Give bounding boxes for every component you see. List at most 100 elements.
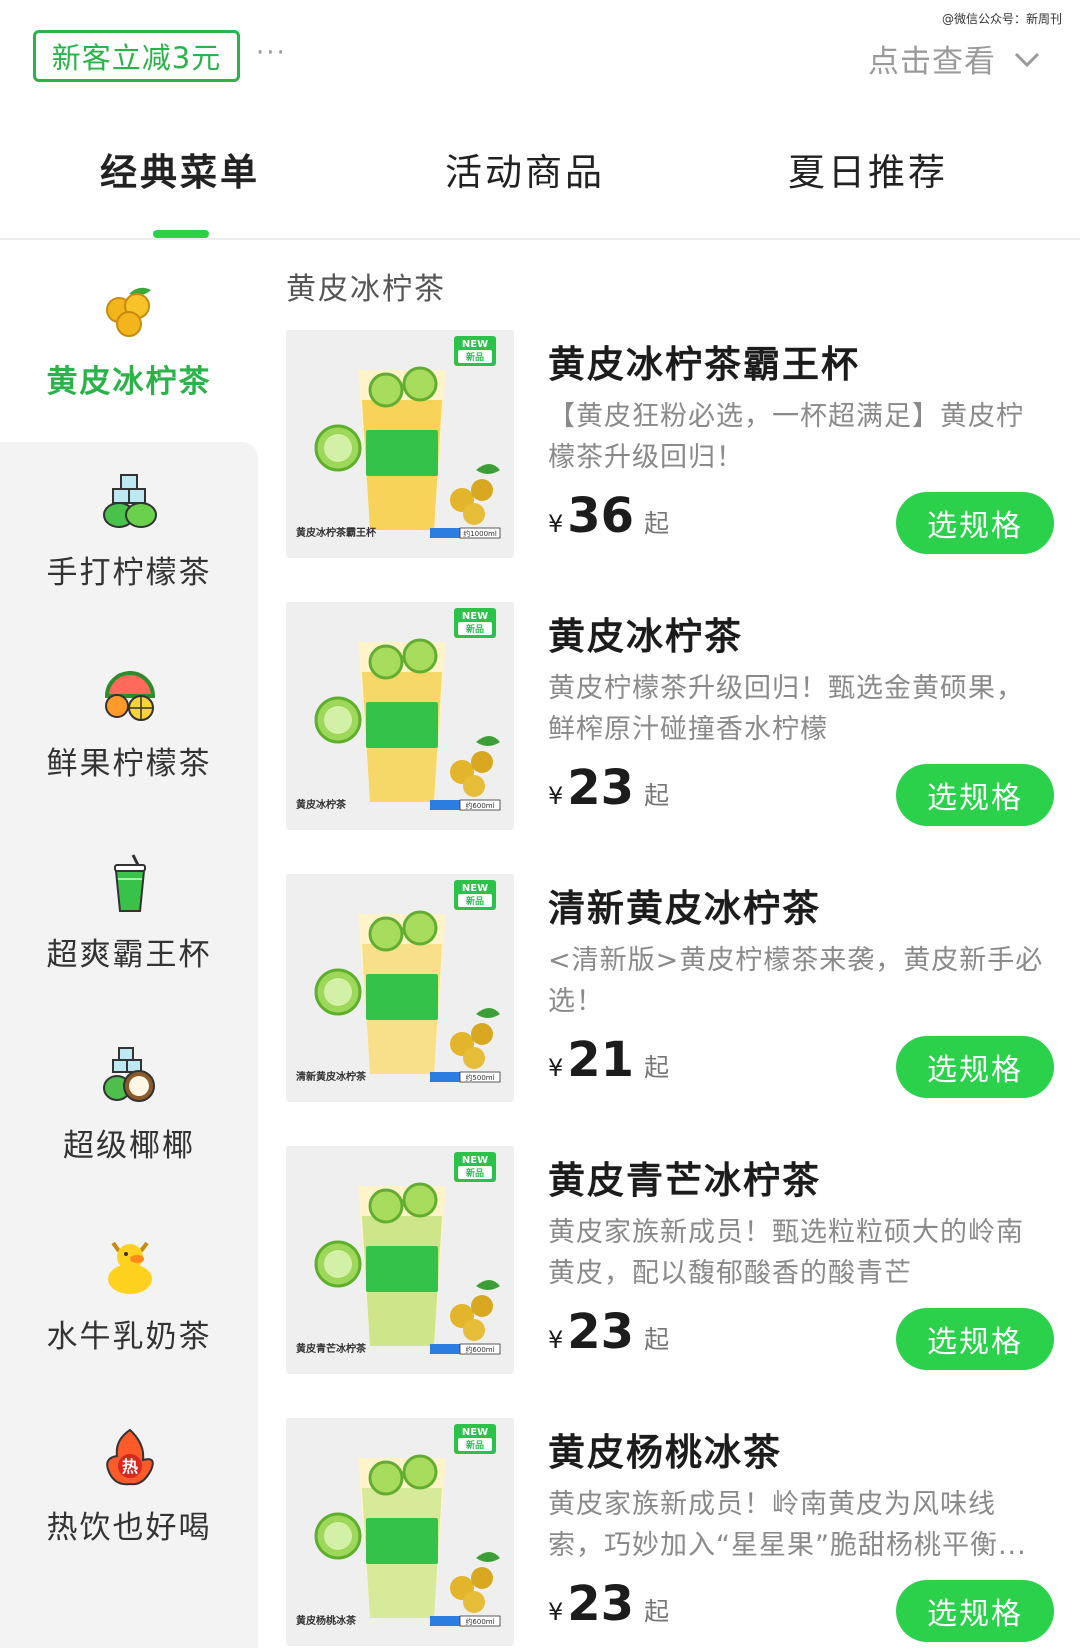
svg-text:新品: 新品 [466, 895, 484, 907]
product-card[interactable]: NEW 新品 黄皮冰柠茶霸王杯 约1000ml 黄皮冰柠茶霸王杯 【黄皮狂粉必选… [286, 330, 1066, 560]
sidebar-item-fresh-fruit-tea[interactable]: 鲜果柠檬茶 [0, 624, 258, 824]
svg-text:NEW: NEW [462, 1427, 488, 1438]
product-description: 黄皮柠檬茶升级回归！甄选金黄硕果，鲜榨原汁碰撞香水柠檬 [548, 673, 1024, 745]
product-photo: NEW 新品 黄皮青芒冰柠茶 约600ml [286, 1146, 514, 1374]
svg-text:黄皮杨桃冰茶: 黄皮杨桃冰茶 [296, 1614, 357, 1627]
product-image[interactable]: NEW 新品 黄皮青芒冰柠茶 约600ml [286, 1146, 514, 1374]
duck-icon [108, 1241, 152, 1294]
yellow-fruit-icon [106, 287, 151, 337]
sidebar-item-super-coconut[interactable]: 超级椰椰 [0, 1006, 258, 1206]
currency-symbol: ¥ [548, 1326, 564, 1354]
currency-symbol: ¥ [548, 1598, 564, 1626]
svg-text:NEW: NEW [462, 611, 488, 622]
product-card[interactable]: NEW 新品 黄皮杨桃冰茶 约600ml 黄皮杨桃冰茶 黄皮家族新成员！岭南黄皮… [286, 1418, 1066, 1648]
product-price: ¥ 23 起 [548, 760, 669, 816]
product-description: 黄皮家族新成员！岭南黄皮为风味线索，巧妙加入“星星果”脆甜杨桃平衡... [548, 1489, 1027, 1561]
product-photo: NEW 新品 黄皮杨桃冰茶 约600ml [286, 1418, 514, 1646]
active-tab-indicator [153, 230, 209, 238]
sidebar-item-hot-drinks[interactable]: 热 热饮也好喝 [0, 1388, 258, 1588]
tab-classic-menu[interactable]: 经典菜单 [100, 142, 260, 196]
product-description: 黄皮家族新成员！甄选粒粒硕大的岭南黄皮，配以馥郁酸香的酸青芒 [548, 1217, 1024, 1289]
price-value: 36 [567, 488, 635, 544]
product-name: 黄皮青芒冰柠茶 [548, 1159, 821, 1202]
select-spec-button[interactable]: 选规格 [896, 492, 1054, 554]
product-description: 【黄皮狂粉必选，一杯超满足】黄皮柠檬茶升级回归！ [548, 401, 1024, 473]
watermark: @微信公众号：新周刊 [941, 12, 1062, 26]
category-sidebar: 黄皮冰柠茶 手打柠檬茶 鲜果柠檬茶 超爽霸王杯 超级椰椰 水牛乳奶茶 热 热饮也… [0, 242, 258, 1648]
lemon-ice-icon [103, 474, 157, 528]
chevron-down-icon [1014, 52, 1040, 67]
more-promos-indicator[interactable]: ··· [256, 38, 287, 68]
product-photo: NEW 新品 黄皮冰柠茶 约600ml [286, 602, 514, 830]
menu-tabs: 经典菜单 活动商品 夏日推荐 [0, 118, 1080, 240]
product-price: ¥ 21 起 [548, 1032, 669, 1088]
svg-text:清新黄皮冰柠茶: 清新黄皮冰柠茶 [296, 1070, 367, 1083]
sidebar-item-super-cup[interactable]: 超爽霸王杯 [0, 815, 258, 1015]
new-customer-discount-badge[interactable]: 新客立减3元 [33, 30, 240, 82]
select-spec-button[interactable]: 选规格 [896, 1308, 1054, 1370]
sidebar-item-label: 超级椰椰 [63, 1128, 195, 1164]
price-suffix: 起 [644, 781, 670, 810]
product-name: 黄皮冰柠茶 [548, 615, 743, 658]
sidebar-item-label: 鲜果柠檬茶 [46, 746, 212, 782]
svg-text:约1000ml: 约1000ml [463, 529, 497, 538]
product-image[interactable]: NEW 新品 黄皮冰柠茶霸王杯 约1000ml [286, 330, 514, 558]
product-photo: NEW 新品 清新黄皮冰柠茶 约500ml [286, 874, 514, 1102]
fruit-mix-icon [104, 671, 156, 721]
svg-text:约600ml: 约600ml [465, 801, 494, 810]
svg-text:热: 热 [122, 1457, 138, 1476]
svg-text:约500ml: 约500ml [465, 1073, 494, 1082]
tab-promo-items[interactable]: 活动商品 [445, 142, 605, 196]
product-image[interactable]: NEW 新品 黄皮杨桃冰茶 约600ml [286, 1418, 514, 1646]
product-card[interactable]: NEW 新品 清新黄皮冰柠茶 约500ml 清新黄皮冰柠茶 <清新版>黄皮柠檬茶… [286, 874, 1066, 1104]
sidebar-item-wampee-lemon-tea[interactable]: 黄皮冰柠茶 [0, 242, 258, 442]
product-name: 黄皮冰柠茶霸王杯 [548, 343, 860, 386]
promo-bar: 新客立减3元 ··· @微信公众号：新周刊 点击查看 [0, 0, 1080, 105]
product-price: ¥ 23 起 [548, 1576, 669, 1632]
sidebar-item-hand-lemon-tea[interactable]: 手打柠檬茶 [0, 433, 258, 633]
hot-drink-icon: 热 [106, 1428, 154, 1486]
price-value: 21 [567, 1032, 635, 1088]
product-card[interactable]: NEW 新品 黄皮冰柠茶 约600ml 黄皮冰柠茶 黄皮柠檬茶升级回归！甄选金黄… [286, 602, 1066, 832]
cup-icon [114, 854, 146, 912]
product-name: 清新黄皮冰柠茶 [548, 887, 821, 930]
sidebar-item-label: 热饮也好喝 [46, 1510, 212, 1546]
svg-text:NEW: NEW [462, 1155, 488, 1166]
price-value: 23 [567, 760, 635, 816]
tab-summer-picks[interactable]: 夏日推荐 [788, 142, 948, 196]
svg-text:新品: 新品 [466, 1439, 484, 1451]
currency-symbol: ¥ [548, 782, 564, 810]
product-image[interactable]: NEW 新品 清新黄皮冰柠茶 约500ml [286, 874, 514, 1102]
select-spec-button[interactable]: 选规格 [896, 1036, 1054, 1098]
sidebar-item-label: 超爽霸王杯 [46, 937, 212, 973]
price-value: 23 [567, 1576, 635, 1632]
svg-text:约600ml: 约600ml [465, 1345, 494, 1354]
sidebar-item-buffalo-milk-tea[interactable]: 水牛乳奶茶 [0, 1197, 258, 1397]
select-spec-button[interactable]: 选规格 [896, 764, 1054, 826]
svg-text:新品: 新品 [466, 351, 484, 363]
svg-text:黄皮冰柠茶: 黄皮冰柠茶 [296, 798, 347, 811]
product-name: 黄皮杨桃冰茶 [548, 1431, 782, 1474]
product-photo: NEW 新品 黄皮冰柠茶霸王杯 约1000ml [286, 330, 514, 558]
view-promos-link[interactable]: 点击查看 [868, 36, 1042, 81]
sidebar-item-label: 水牛乳奶茶 [46, 1319, 212, 1355]
currency-symbol: ¥ [548, 1054, 564, 1082]
sidebar-item-label: 手打柠檬茶 [46, 555, 212, 591]
svg-text:新品: 新品 [466, 1167, 484, 1179]
select-spec-button[interactable]: 选规格 [896, 1580, 1054, 1642]
price-suffix: 起 [644, 1597, 670, 1626]
price-suffix: 起 [644, 1053, 670, 1082]
product-image[interactable]: NEW 新品 黄皮冰柠茶 约600ml [286, 602, 514, 830]
svg-text:NEW: NEW [462, 339, 488, 350]
section-title: 黄皮冰柠茶 [286, 272, 446, 307]
svg-text:新品: 新品 [466, 623, 484, 635]
svg-text:约600ml: 约600ml [465, 1617, 494, 1626]
product-card[interactable]: NEW 新品 黄皮青芒冰柠茶 约600ml 黄皮青芒冰柠茶 黄皮家族新成员！甄选… [286, 1146, 1066, 1376]
svg-text:黄皮青芒冰柠茶: 黄皮青芒冰柠茶 [296, 1342, 367, 1355]
product-price: ¥ 23 起 [548, 1304, 669, 1360]
price-value: 23 [567, 1304, 635, 1360]
view-promos-label: 点击查看 [868, 44, 996, 80]
price-suffix: 起 [644, 509, 670, 538]
product-description: <清新版>黄皮柠檬茶来袭，黄皮新手必选！ [548, 945, 1044, 1017]
price-suffix: 起 [644, 1325, 670, 1354]
